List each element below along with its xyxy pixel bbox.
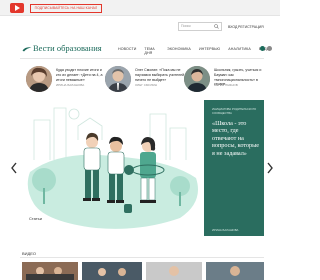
card-category: Инициатива родительского сообщества: [212, 107, 257, 115]
youtube-icon[interactable]: [10, 3, 24, 13]
avatar: [26, 66, 52, 92]
avatar: [105, 66, 131, 92]
site-logo[interactable]: Вести образования: [33, 43, 102, 53]
video-thumbnail[interactable]: [82, 262, 142, 280]
nav-analytics[interactable]: АНАЛИТИКА: [228, 47, 251, 55]
quote-card[interactable]: Инициатива родительского сообщества «Шко…: [204, 100, 264, 236]
login-link[interactable]: ВХОД: [228, 25, 237, 29]
hero-category-label[interactable]: Статьи: [29, 216, 42, 221]
carousel-prev-icon[interactable]: [10, 162, 18, 174]
video-thumbnail[interactable]: [22, 262, 78, 280]
person-card-3[interactable]: Школьник, грызть, учиться и Бауман: как …: [184, 66, 266, 96]
logo-icon[interactable]: [22, 46, 32, 52]
avatar: [184, 66, 210, 92]
video-divider: [20, 257, 264, 258]
person-name: Олег Смолин: [135, 83, 157, 87]
top-bar: ПОДПИСЫВАЙТЕСЬ НА НАШ КАНАЛ: [0, 0, 280, 16]
search-icon[interactable]: [214, 24, 219, 29]
main-nav: НОВОСТИ ТЕМА ДНЯ ЭКОНОМИКА ИНТЕРВЬЮ АНАЛ…: [118, 47, 280, 55]
person-name: Ирина Балашова: [56, 83, 85, 87]
site-header: Поиск ВХОД РЕГИСТРАЦИЯ Вести образования…: [0, 17, 280, 59]
person-card-1[interactable]: Куда уходят плохие итоги и кто их делает…: [26, 66, 106, 96]
social-icon-2[interactable]: [267, 46, 272, 51]
person-title[interactable]: Куда уходят плохие итоги и кто их делает…: [56, 68, 108, 82]
video-section-title[interactable]: ВИДЕО: [22, 251, 36, 256]
card-author: Ирина Балашова: [212, 228, 239, 232]
carousel-next-icon[interactable]: [266, 162, 274, 174]
person-title[interactable]: Олег Смолин: «Пока мы не научимся выбира…: [135, 68, 187, 82]
nav-topic-of-day[interactable]: ТЕМА ДНЯ: [144, 47, 159, 55]
subscribe-channel-button[interactable]: ПОДПИСЫВАЙТЕСЬ НА НАШ КАНАЛ: [30, 4, 102, 13]
nav-news[interactable]: НОВОСТИ: [118, 47, 136, 55]
video-thumbnail[interactable]: [146, 262, 202, 280]
header-divider: [20, 58, 264, 59]
hero-illustration[interactable]: [20, 100, 204, 236]
video-thumbnail[interactable]: [206, 262, 264, 280]
register-link[interactable]: РЕГИСТРАЦИЯ: [238, 25, 264, 29]
nav-interview[interactable]: ИНТЕРВЬЮ: [199, 47, 220, 55]
card-quote[interactable]: «Школа - это место, где отвечают на вопр…: [212, 120, 262, 157]
person-card-2[interactable]: Олег Смолин: «Пока мы не научимся выбира…: [105, 66, 185, 96]
person-name: Артем Пьянов: [214, 83, 238, 87]
nav-economy[interactable]: ЭКОНОМИКА: [167, 47, 191, 55]
social-icon[interactable]: [260, 46, 265, 51]
